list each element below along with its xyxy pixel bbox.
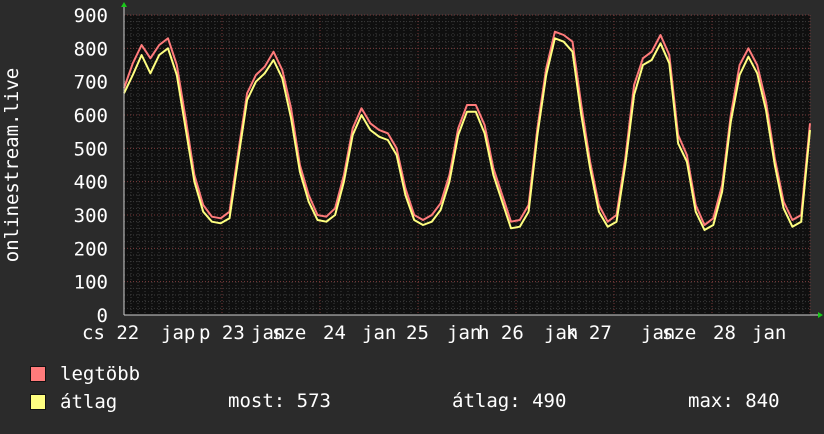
y-axis-arrow xyxy=(121,2,127,7)
x-tick-label: 28 xyxy=(713,322,736,344)
legend-label-atlag: átlag xyxy=(60,391,118,413)
x-tick-label: cs 22 xyxy=(82,322,139,344)
y-tick-label: 800 xyxy=(74,38,108,60)
y-tick-label: 600 xyxy=(74,105,108,127)
stat-max: max: 840 xyxy=(688,390,780,412)
legend-item-atlag: átlag xyxy=(30,390,117,414)
x-tick-label: k 27 xyxy=(566,322,612,344)
x-tick-label: sze xyxy=(272,322,306,344)
x-tick-label: p 23 xyxy=(199,322,245,344)
stat-average: átlag: 490 xyxy=(452,390,567,412)
x-tick-label: h 26 xyxy=(478,322,524,344)
x-tick-label: sze xyxy=(662,322,696,344)
legend-swatch-atlag xyxy=(30,394,46,410)
y-tick-label: 900 xyxy=(74,5,108,27)
y-tick-label: 700 xyxy=(74,72,108,94)
legend-label-legtobb: legtöbb xyxy=(60,363,141,385)
y-axis-title: onlinestream.live xyxy=(1,68,23,262)
y-tick-label: 200 xyxy=(74,238,108,260)
x-tick-label: jan xyxy=(362,322,396,344)
y-tick-label: 300 xyxy=(74,205,108,227)
x-tick-label: jan xyxy=(447,322,481,344)
y-tick-label: 100 xyxy=(74,272,108,294)
legend-swatch-legtobb xyxy=(30,366,46,382)
x-tick-label: jan xyxy=(752,322,786,344)
y-tick-label: 400 xyxy=(74,172,108,194)
x-tick-label: 25 xyxy=(406,322,429,344)
y-tick-label: 500 xyxy=(74,138,108,160)
stat-current: most: 573 xyxy=(228,390,331,412)
x-axis-arrow xyxy=(818,312,823,318)
x-tick-label: jap xyxy=(161,322,195,344)
x-tick-label: 24 xyxy=(323,322,346,344)
legend-item-legtobb: legtöbb xyxy=(30,362,140,386)
